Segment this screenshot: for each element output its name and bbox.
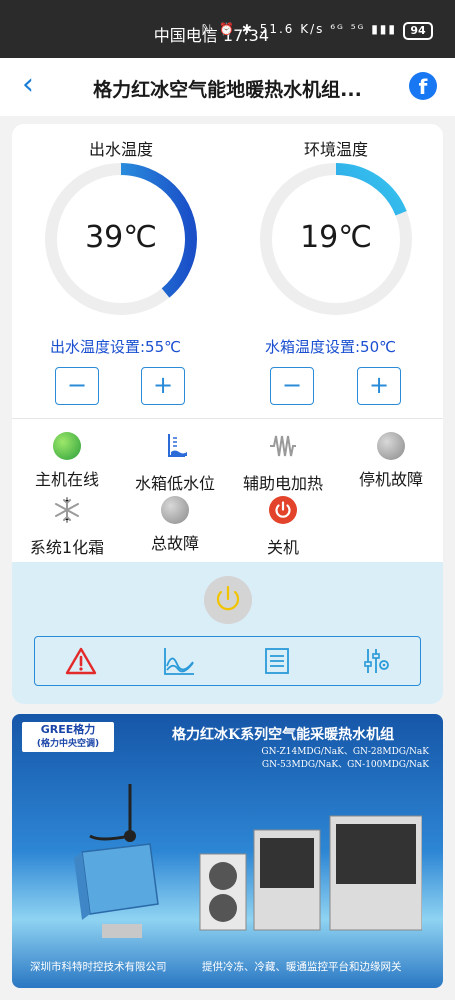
facebook-icon[interactable]: f (409, 72, 437, 100)
toolbar (34, 636, 421, 686)
power-button[interactable] (204, 576, 252, 624)
ambient-temp-title: 环境温度 (303, 140, 368, 159)
battery-icon: 94 (403, 22, 433, 40)
indicator-low-water: 水箱低水位 (120, 432, 230, 494)
control-panel (12, 562, 443, 704)
outlet-temp-title: 出水温度 (88, 140, 153, 159)
online-dot-icon (53, 432, 81, 460)
divider (12, 418, 443, 419)
power-icon (269, 496, 297, 524)
indicator-host-online: 主机在线 (12, 432, 122, 490)
outlet-temp-value: 39℃ (85, 220, 157, 255)
indicator-stop-fault: 停机故障 (336, 432, 443, 490)
indicator-general-fault: 总故障 (120, 496, 230, 554)
status-bar: 中国电信 17:34 ℕ ⏰ ✱ 51.6 K/s ⁶ᴳ ⁵ᴳ ▮▮▮ 94 (0, 0, 455, 58)
indicator-aux-heater: 辅助电加热 (228, 432, 338, 494)
ambient-temp-value: 19℃ (300, 220, 372, 255)
indicator-shutdown: 关机 (228, 496, 338, 558)
app-bar: ‹ 格力红冰空气能地暖热水机组... f (0, 58, 455, 116)
ad-banner[interactable]: GREE格力 (格力中央空调) 格力红冰K系列空气能采暖热水机组 GN-Z14M… (12, 714, 443, 988)
status-icons: ℕ ⏰ ✱ 51.6 K/s ⁶ᴳ ⁵ᴳ ▮▮▮ (201, 22, 397, 36)
banner-company: 深圳市科特时控技术有限公司 (30, 961, 167, 973)
heater-icon (270, 435, 296, 457)
outlet-temp-minus-button[interactable]: − (55, 367, 99, 405)
snowflake-icon (55, 497, 79, 523)
control-card: 出水温度 39℃ 环境温度 19℃ 出水温度设置:55℃ 水箱温度设置:50℃ … (12, 124, 443, 704)
tank-temp-minus-button[interactable]: − (270, 367, 314, 405)
banner-headline: 格力红冰K系列空气能采暖热水机组 (172, 727, 395, 743)
list-icon[interactable] (261, 646, 293, 676)
gree-logo: GREE格力 (格力中央空调) (22, 722, 114, 752)
fault-dot-icon (161, 496, 189, 524)
tank-temp-plus-button[interactable]: + (357, 367, 401, 405)
outlet-temp-setting: 出水温度设置:55℃ (50, 338, 181, 356)
outlet-temp-plus-button[interactable]: + (141, 367, 185, 405)
banner-tagline: 提供冷冻、冷藏、暖通监控平台和边缘网关 (202, 961, 402, 973)
indicator-defrost: 系统1化霜 (12, 496, 122, 558)
water-level-icon (168, 434, 187, 457)
chart-icon[interactable] (163, 646, 195, 676)
settings-icon[interactable] (359, 646, 391, 676)
fault-dot-icon (377, 432, 405, 460)
back-icon[interactable]: ‹ (22, 70, 34, 100)
product-illustration (74, 784, 422, 938)
banner-models: GN-Z14MDG/NaK、GN-28MDG/NaK GN-53MDG/NaK、… (261, 747, 429, 770)
tank-temp-setting: 水箱温度设置:50℃ (265, 338, 396, 356)
alarm-icon[interactable] (65, 646, 97, 676)
page-title: 格力红冰空气能地暖热水机组... (93, 79, 362, 101)
